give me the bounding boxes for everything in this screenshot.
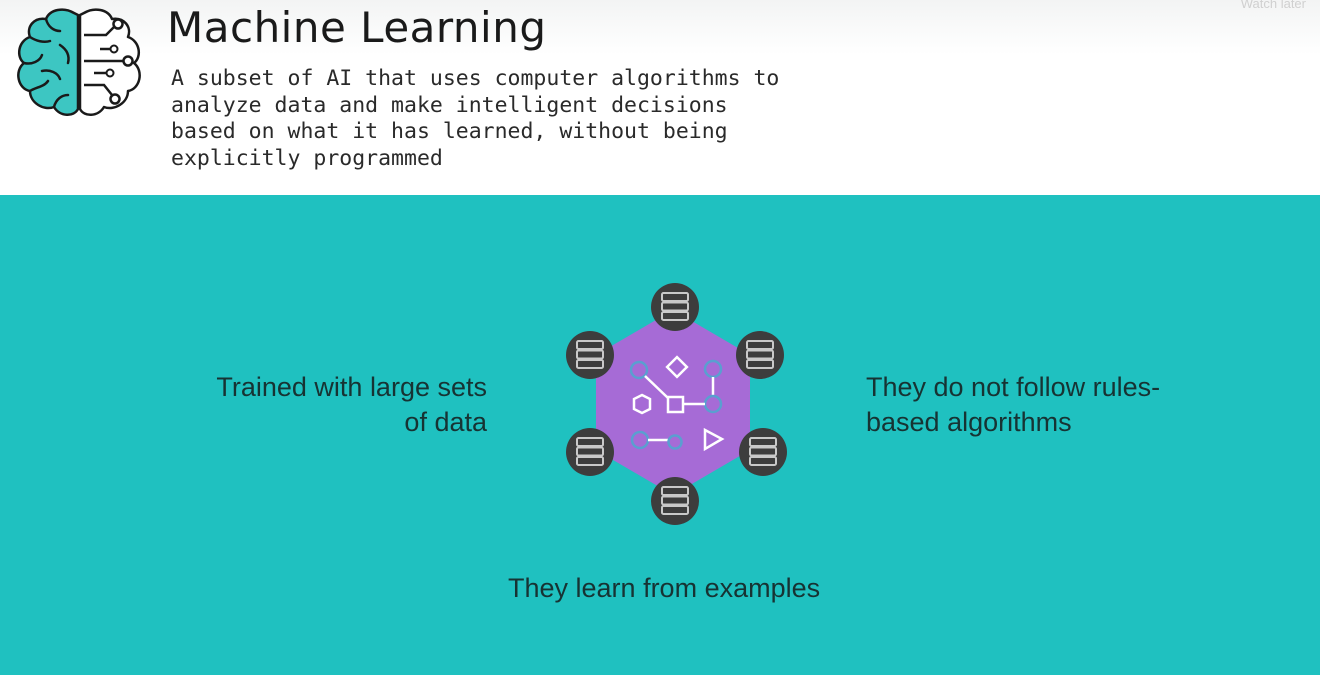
- caption-no-rules: They do not follow rules-based algorithm…: [866, 372, 1161, 437]
- database-icon: [566, 331, 614, 379]
- database-icon: [651, 283, 699, 331]
- algorithm-hexagon-icon: [596, 310, 750, 495]
- caption-trained-with-data: Trained with large sets of data: [216, 372, 487, 437]
- header: Machine Learning A subset of AI that use…: [0, 0, 1320, 195]
- watch-later-button[interactable]: Watch later: [1241, 0, 1306, 11]
- brain-circuit-icon: [17, 8, 141, 116]
- definition-text: A subset of AI that uses computer algori…: [171, 66, 780, 171]
- page-title: Machine Learning: [167, 3, 547, 52]
- slide: Machine Learning A subset of AI that use…: [0, 0, 1320, 675]
- database-icon: [566, 428, 614, 476]
- database-icon: [736, 331, 784, 379]
- caption-learn-from-examples: They learn from examples: [508, 573, 821, 603]
- ml-model-diagram: [566, 283, 787, 525]
- database-icon: [739, 428, 787, 476]
- database-icon: [651, 477, 699, 525]
